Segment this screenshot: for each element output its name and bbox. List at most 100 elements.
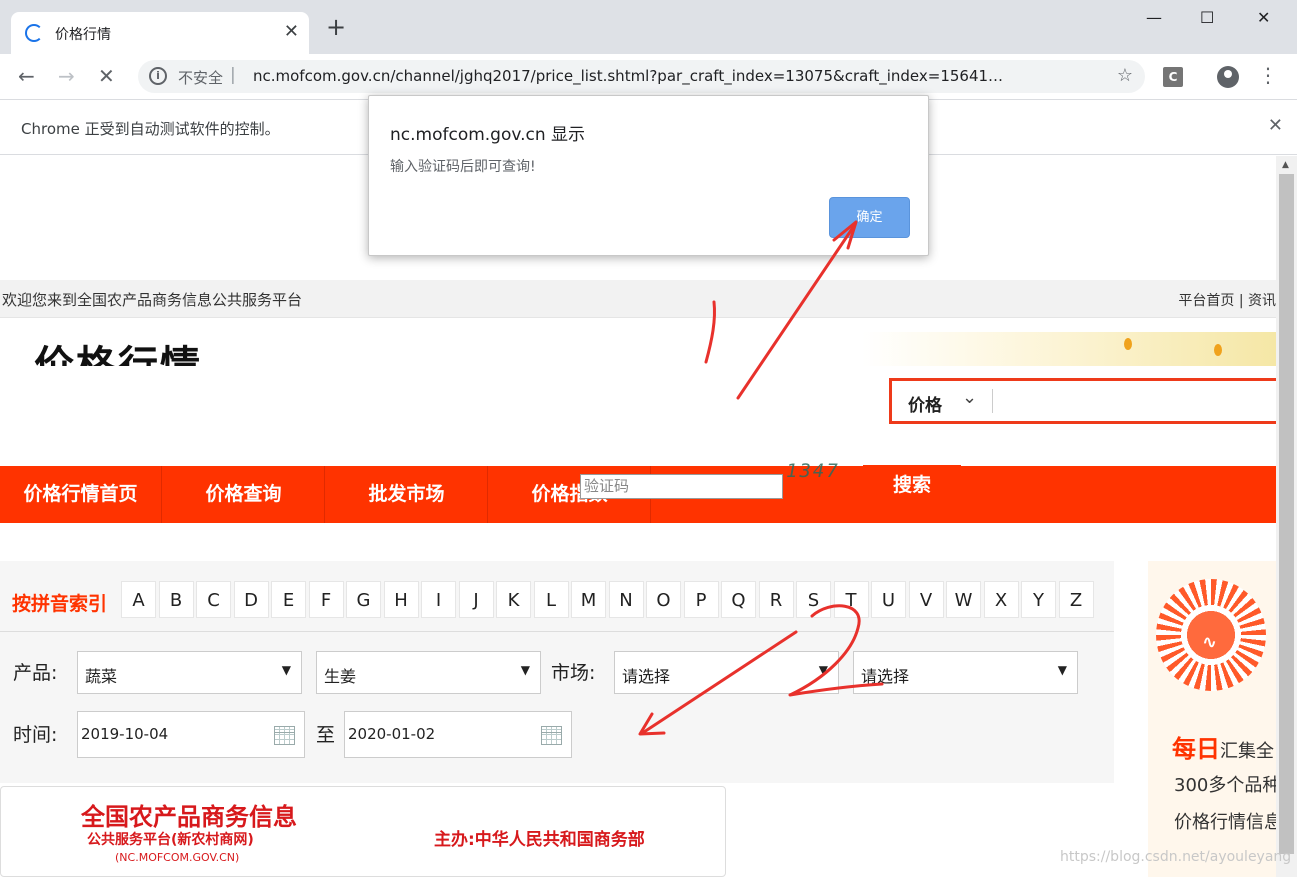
captcha-input[interactable]: 验证码	[580, 474, 783, 499]
side-promo-headline: 每日汇集全	[1172, 729, 1274, 764]
dialog-message: 输入验证码后即可查询!	[390, 159, 536, 175]
bookmark-star-icon[interactable]: ☆	[1117, 65, 1133, 86]
nav-item-price-home[interactable]: 价格行情首页	[0, 466, 162, 523]
minimize-button[interactable]: —	[1146, 8, 1162, 27]
calendar-icon[interactable]	[274, 726, 295, 745]
scroll-thumb[interactable]	[1279, 174, 1294, 854]
kebab-menu-icon[interactable]: ⋮	[1258, 63, 1278, 87]
date-value: 2020-01-02	[348, 725, 436, 743]
mini-program-qr-icon[interactable]: ∿	[1156, 579, 1266, 691]
pinyin-letter-q[interactable]: Q	[721, 581, 756, 618]
tab-title: 价格行情	[55, 27, 111, 43]
calendar-icon[interactable]	[541, 726, 562, 745]
logo-title: 全国农产品商务信息	[81, 803, 297, 831]
platform-logo-card: 全国农产品商务信息 公共服务平台(新农村商网) (NC.MOFCOM.GOV.C…	[0, 786, 726, 877]
security-label[interactable]: 不安全	[178, 67, 223, 88]
pinyin-letter-b[interactable]: B	[158, 581, 194, 618]
new-tab-button[interactable]: +	[326, 15, 346, 39]
pinyin-letter-s[interactable]: S	[796, 581, 831, 618]
filter-panel: 按拼音索引 ABCDEFGHIJKLMNOPQRSTUVWXYZ 产品: 蔬菜 …	[0, 561, 1114, 783]
to-label: 至	[316, 724, 336, 746]
site-search-box[interactable]: 价格 ⌄	[889, 378, 1276, 424]
pinyin-letter-g[interactable]: G	[346, 581, 381, 618]
host-text: 主办:中华人民共和国商务部	[434, 830, 645, 850]
url-text[interactable]: nc.mofcom.gov.cn/channel/jghq2017/price_…	[253, 67, 1003, 85]
nav-item-wholesale-market[interactable]: 批发市场	[326, 466, 488, 523]
product-item-select[interactable]: 生姜 ▼	[316, 651, 541, 694]
daily-label: 每日	[1172, 735, 1220, 763]
close-window-button[interactable]: ✕	[1257, 8, 1270, 27]
watermark: https://blog.csdn.net/ayouleyang	[1060, 849, 1292, 865]
loading-spinner-icon	[25, 24, 43, 42]
chevron-down-icon[interactable]: ⌄	[962, 387, 977, 408]
market-label: 市场:	[551, 662, 596, 684]
pinyin-letter-j[interactable]: J	[458, 581, 494, 618]
url-separator: |	[230, 65, 236, 85]
pinyin-letter-k[interactable]: K	[496, 581, 531, 618]
pinyin-index-label: 按拼音索引	[12, 593, 108, 615]
captcha-image[interactable]: 1347	[786, 460, 860, 486]
pinyin-letter-e[interactable]: E	[271, 581, 306, 618]
pinyin-letter-n[interactable]: N	[608, 581, 644, 618]
product-category-select[interactable]: 蔬菜 ▼	[77, 651, 302, 694]
date-value: 2019-10-04	[81, 725, 169, 743]
pinyin-letter-m[interactable]: M	[571, 581, 606, 618]
leaf-decoration-icon	[1214, 344, 1222, 356]
tab-strip: 价格行情 ✕ + — ☐ ✕	[0, 0, 1297, 54]
page-scrollbar[interactable]: ▲	[1276, 156, 1297, 877]
pinyin-letter-p[interactable]: P	[683, 581, 719, 618]
address-bar[interactable]: i 不安全 | nc.mofcom.gov.cn/channel/jghq201…	[138, 60, 1145, 93]
pinyin-letter-o[interactable]: O	[646, 581, 681, 618]
search-button[interactable]: 搜索	[863, 465, 961, 505]
extension-icon[interactable]: C	[1163, 67, 1183, 87]
pulse-icon: ∿	[1202, 632, 1218, 653]
web-page: 欢迎您来到全国农产品商务信息公共服务平台 平台首页 | 资讯 价格行情 价格 ⌄…	[0, 156, 1276, 877]
header-banner	[862, 332, 1276, 366]
search-type-label[interactable]: 价格	[908, 391, 942, 416]
tab-close-icon[interactable]: ✕	[284, 21, 299, 42]
pinyin-letter-h[interactable]: H	[383, 581, 419, 618]
pinyin-letter-l[interactable]: L	[533, 581, 569, 618]
infobar-text: Chrome 正受到自动测试软件的控制。	[21, 120, 280, 138]
browser-tab[interactable]: 价格行情 ✕	[11, 12, 309, 54]
pinyin-letter-w[interactable]: W	[946, 581, 981, 618]
product-label: 产品:	[13, 662, 58, 684]
select-value: 生姜	[324, 667, 357, 686]
market-name-select[interactable]: 请选择 ▼	[853, 651, 1078, 694]
top-links[interactable]: 平台首页 | 资讯	[1178, 290, 1276, 310]
pinyin-letter-y[interactable]: Y	[1021, 581, 1056, 618]
maximize-button[interactable]: ☐	[1200, 8, 1214, 27]
pinyin-letter-r[interactable]: R	[758, 581, 794, 618]
back-arrow-icon[interactable]: ←	[18, 64, 35, 88]
forward-arrow-icon[interactable]: →	[58, 64, 75, 88]
pinyin-letter-v[interactable]: V	[908, 581, 944, 618]
side-promo-line: 300多个品种	[1174, 775, 1276, 796]
scroll-up-arrow-icon[interactable]: ▲	[1282, 160, 1289, 170]
pinyin-letter-u[interactable]: U	[871, 581, 906, 618]
browser-toolbar: ← → ✕ i 不安全 | nc.mofcom.gov.cn/channel/j…	[0, 54, 1297, 100]
logo-domain: (NC.MOFCOM.GOV.CN)	[115, 851, 240, 864]
daily-rest: 汇集全	[1220, 741, 1274, 762]
pinyin-letter-t[interactable]: T	[833, 581, 869, 618]
dialog-ok-button[interactable]: 确定	[829, 197, 910, 238]
nav-item-price-query[interactable]: 价格查询	[163, 466, 325, 523]
market-region-select[interactable]: 请选择 ▼	[614, 651, 839, 694]
date-to-field[interactable]: 2020-01-02	[344, 711, 572, 758]
infobar-close-icon[interactable]: ✕	[1268, 115, 1283, 136]
pinyin-letter-i[interactable]: I	[421, 581, 456, 618]
pinyin-letter-f[interactable]: F	[308, 581, 344, 618]
date-from-field[interactable]: 2019-10-04	[77, 711, 305, 758]
welcome-text: 欢迎您来到全国农产品商务信息公共服务平台	[2, 291, 303, 309]
logo-subtitle: 公共服务平台(新农村商网)	[87, 832, 254, 848]
select-value: 请选择	[861, 667, 910, 686]
welcome-bar: 欢迎您来到全国农产品商务信息公共服务平台 平台首页 | 资讯	[0, 280, 1276, 318]
pinyin-letter-d[interactable]: D	[233, 581, 269, 618]
pinyin-letter-x[interactable]: X	[983, 581, 1019, 618]
profile-avatar-icon[interactable]	[1217, 66, 1239, 88]
pinyin-letter-z[interactable]: Z	[1058, 581, 1094, 618]
select-value: 请选择	[622, 667, 671, 686]
pinyin-letter-a[interactable]: A	[121, 581, 156, 618]
pinyin-letter-c[interactable]: C	[196, 581, 231, 618]
info-icon[interactable]: i	[149, 67, 167, 85]
stop-loading-icon[interactable]: ✕	[98, 64, 115, 88]
